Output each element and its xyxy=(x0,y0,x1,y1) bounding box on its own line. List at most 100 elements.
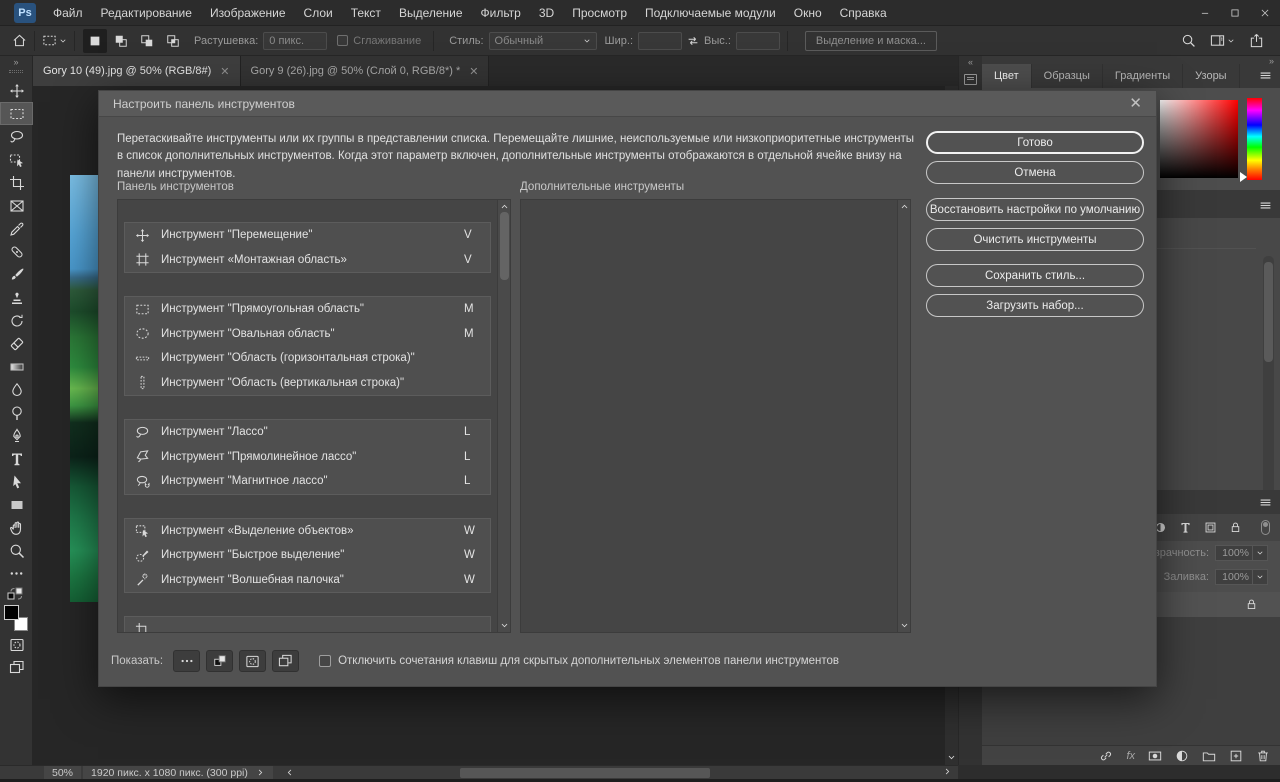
height-input[interactable] xyxy=(735,31,780,50)
tool-row[interactable]: Инструмент «Монтажная область» V xyxy=(125,248,490,273)
menu-item-фильтр[interactable]: Фильтр xyxy=(472,0,530,26)
maximize-button[interactable] xyxy=(1220,0,1250,26)
tool-row[interactable] xyxy=(125,617,490,632)
filter-toggle[interactable] xyxy=(1261,520,1270,535)
scroll-left-icon[interactable] xyxy=(285,768,294,777)
swap-colors-icon[interactable] xyxy=(7,587,25,601)
tool-frame[interactable] xyxy=(0,194,33,217)
link-layers-icon[interactable] xyxy=(1099,749,1113,763)
dialog-button-6[interactable]: Загрузить набор... xyxy=(926,294,1144,317)
opacity-dropdown-icon[interactable] xyxy=(1253,545,1268,561)
tool-path-select[interactable] xyxy=(0,470,33,493)
tool-crop[interactable] xyxy=(0,171,33,194)
document-tab-2[interactable]: Gory 9 (26).jpg @ 50% (Слой 0, RGB/8*) *… xyxy=(240,56,490,86)
selection-mode-new[interactable] xyxy=(83,28,107,53)
tool-row[interactable]: Инструмент "Магнитное лассо" L xyxy=(125,469,490,494)
scroll-up-icon[interactable] xyxy=(500,202,509,211)
filter-smart-object-icon[interactable] xyxy=(1229,521,1242,534)
opacity-value[interactable]: 100% xyxy=(1215,545,1253,561)
layer-lock-icon[interactable] xyxy=(1245,598,1258,611)
scroll-down-icon[interactable] xyxy=(947,753,956,762)
search-icon[interactable] xyxy=(1181,33,1196,48)
menu-item-файл[interactable]: Файл xyxy=(44,0,92,26)
panel-tab-образцы[interactable]: Образцы xyxy=(1032,64,1103,88)
tool-zoom[interactable] xyxy=(0,539,33,562)
selection-mode-add[interactable] xyxy=(109,29,133,53)
tool-brush[interactable] xyxy=(0,263,33,286)
toolbar-tools-list[interactable]: Инструмент "Перемещение" V Инструмент «Мон… xyxy=(117,199,511,633)
tool-type[interactable] xyxy=(0,447,33,470)
collapsed-panel-icon[interactable] xyxy=(964,74,977,85)
menu-item-текст[interactable]: Текст xyxy=(342,0,390,26)
menu-item-изображение[interactable]: Изображение xyxy=(201,0,295,26)
swap-width-height-icon[interactable] xyxy=(686,34,700,48)
menu-item-редактирование[interactable]: Редактирование xyxy=(92,0,201,26)
tab-close-icon[interactable]: ✕ xyxy=(469,65,478,78)
dialog-button-2[interactable]: Отмена xyxy=(926,161,1144,184)
close-button[interactable] xyxy=(1250,0,1280,26)
tool-history-brush[interactable] xyxy=(0,309,33,332)
scrollbar-thumb[interactable] xyxy=(500,212,509,280)
tools-list-scrollbar[interactable] xyxy=(497,200,510,632)
tool-row[interactable]: Инструмент "Область (горизонтальная стро… xyxy=(125,346,490,371)
tool-hand[interactable] xyxy=(0,516,33,539)
show-ellipsis-button[interactable] xyxy=(173,650,201,672)
dialog-titlebar[interactable]: Настроить панель инструментов ✕ xyxy=(99,91,1156,117)
selection-mode-intersect[interactable] xyxy=(161,29,185,53)
fill-value[interactable]: 100% xyxy=(1215,569,1253,585)
delete-layer-icon[interactable] xyxy=(1256,749,1270,763)
quick-mask-icon[interactable] xyxy=(0,633,33,656)
tool-pen[interactable] xyxy=(0,424,33,447)
panel-tab-узоры[interactable]: Узоры xyxy=(1183,64,1240,88)
show-quickmask-button[interactable] xyxy=(239,650,267,672)
menu-item-3d[interactable]: 3D xyxy=(530,0,563,26)
tool-row[interactable]: Инструмент "Лассо" L xyxy=(125,420,490,445)
select-and-mask-button[interactable]: Выделение и маска... xyxy=(804,30,937,51)
document-tab-1[interactable]: Gory 10 (49).jpg @ 50% (RGB/8#) ✕ xyxy=(33,56,241,86)
panel-menu-icon[interactable] xyxy=(1259,496,1272,509)
width-input[interactable] xyxy=(638,31,683,50)
zoom-level[interactable]: 50% xyxy=(44,765,82,780)
menu-item-просмотр[interactable]: Просмотр xyxy=(563,0,636,26)
layer-style-icon[interactable]: fx xyxy=(1126,750,1135,762)
tool-row[interactable]: Инструмент "Прямоугольная область" M xyxy=(125,297,490,322)
scroll-down-icon[interactable] xyxy=(500,621,509,630)
home-icon[interactable] xyxy=(12,33,27,48)
tool-row[interactable]: Инструмент "Овальная область" M xyxy=(125,322,490,347)
dialog-button-3[interactable]: Восстановить настройки по умолчанию xyxy=(926,198,1144,221)
adjustment-layer-icon[interactable] xyxy=(1175,749,1189,763)
new-layer-icon[interactable] xyxy=(1229,749,1243,763)
tool-dodge[interactable] xyxy=(0,401,33,424)
panel-menu-icon[interactable] xyxy=(1259,69,1272,82)
tool-eraser[interactable] xyxy=(0,332,33,355)
extra-list-scrollbar[interactable] xyxy=(897,200,910,632)
color-saturation-field[interactable] xyxy=(1160,100,1238,178)
tool-row[interactable]: Инструмент "Перемещение" V xyxy=(125,223,490,248)
edit-toolbar-ellipsis-icon[interactable] xyxy=(0,562,33,585)
tool-row[interactable]: Инструмент "Быстрое выделение" W xyxy=(125,543,490,568)
menu-item-справка[interactable]: Справка xyxy=(831,0,896,26)
panel-menu-icon[interactable] xyxy=(1259,199,1272,212)
toolbar-grip[interactable] xyxy=(9,70,23,73)
tool-lasso[interactable] xyxy=(0,125,33,148)
status-chevron-icon[interactable] xyxy=(256,768,265,777)
expand-toolbar-chevron[interactable]: » xyxy=(0,56,32,68)
properties-scrollbar[interactable] xyxy=(1263,256,1274,506)
style-select[interactable]: Обычный xyxy=(488,31,597,50)
tool-stamp[interactable] xyxy=(0,286,33,309)
document-info[interactable]: 1920 пикс. x 1080 пикс. (300 ppi) xyxy=(83,765,273,780)
selection-mode-subtract[interactable] xyxy=(135,29,159,53)
horizontal-scrollbar-thumb[interactable] xyxy=(460,768,710,778)
dialog-button-4[interactable]: Очистить инструменты xyxy=(926,228,1144,251)
extra-tools-list[interactable] xyxy=(520,199,911,633)
tool-row[interactable]: Инструмент "Область (вертикальная строка… xyxy=(125,371,490,396)
share-icon[interactable] xyxy=(1249,33,1264,48)
tool-blur[interactable] xyxy=(0,378,33,401)
hue-slider[interactable] xyxy=(1247,98,1262,180)
scrollbar-thumb[interactable] xyxy=(1264,262,1273,362)
filter-type-icon[interactable] xyxy=(1179,521,1192,534)
tool-marquee-rect[interactable] xyxy=(0,102,33,125)
current-tool-icon[interactable] xyxy=(42,33,67,48)
foreground-background-swatches[interactable] xyxy=(4,605,28,631)
tool-move[interactable] xyxy=(0,79,33,102)
